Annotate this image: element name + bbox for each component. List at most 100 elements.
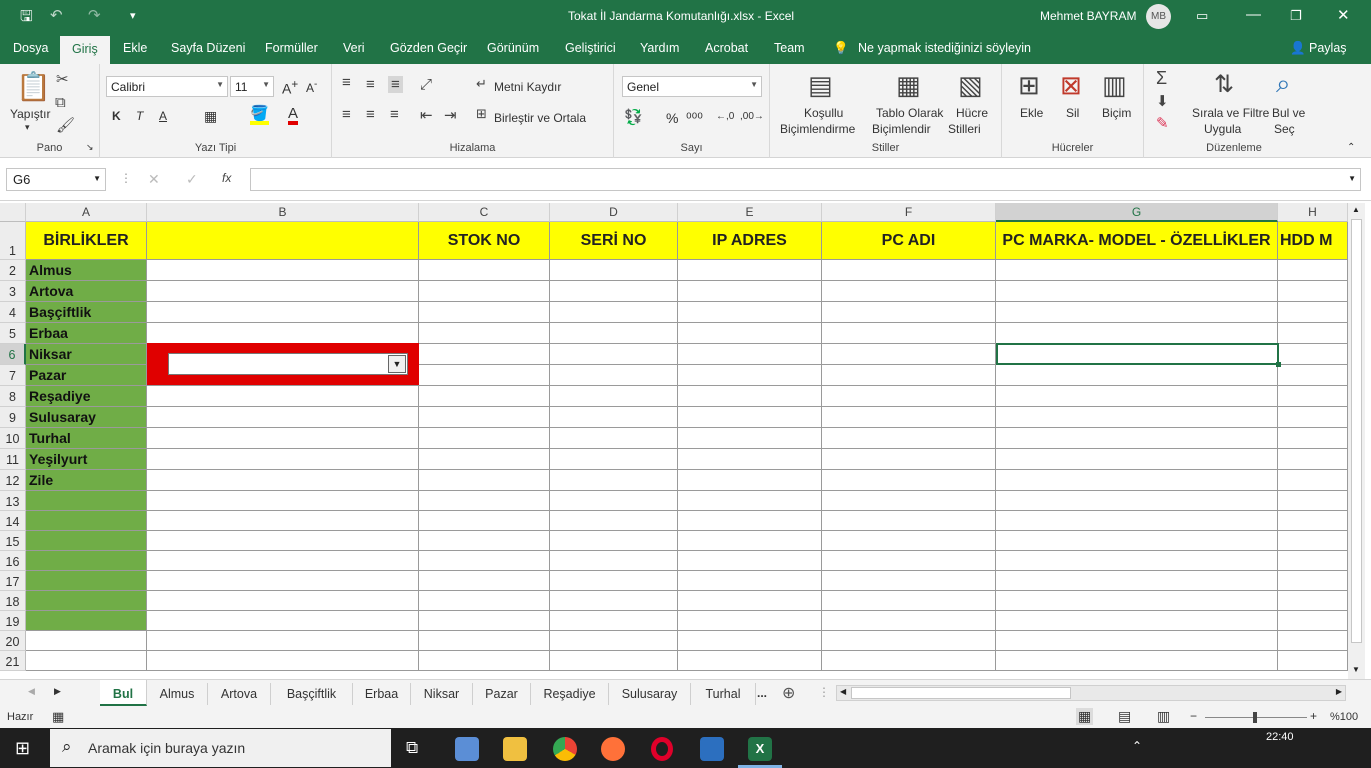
grid-cell[interactable] [26,651,147,671]
grid-cell[interactable] [822,491,996,511]
row-header[interactable]: 5 [0,323,26,344]
grid-cell[interactable] [147,651,419,671]
cut-icon[interactable]: ✂ [56,70,69,88]
font-color-icon[interactable]: A [288,106,299,125]
row-header[interactable]: 1 [0,222,26,260]
find-select-button-line2[interactable]: Seç [1274,122,1295,136]
format-cells-icon[interactable]: ▥ [1102,70,1127,101]
macro-record-icon[interactable]: ▦ [52,709,64,725]
redo-icon[interactable]: ↷ [88,6,101,24]
grid-cell[interactable] [1278,344,1348,365]
grid-cell[interactable] [550,551,678,571]
grid-cell[interactable] [550,302,678,323]
grid-cell[interactable] [1278,651,1348,671]
grid-cell[interactable] [678,571,822,591]
next-sheet-icon[interactable]: ▶ [54,686,61,697]
clear-icon[interactable]: ✎ [1156,114,1169,132]
grid-cell[interactable] [1278,551,1348,571]
grid-cell[interactable] [419,323,550,344]
grid-cell[interactable] [1278,491,1348,511]
grid-cell[interactable] [550,531,678,551]
conditional-formatting-button[interactable]: Koşullu [804,106,843,120]
grid-cell[interactable] [822,428,996,449]
grid-cell[interactable] [419,386,550,407]
grid-cell[interactable] [678,344,822,365]
grid-cell[interactable] [419,344,550,365]
restore-icon[interactable]: ❐ [1290,8,1302,24]
header-cell-g[interactable]: PC MARKA- MODEL - ÖZELLİKLER [996,222,1278,260]
grid-cell[interactable] [996,302,1278,323]
grid-cell[interactable] [26,631,147,651]
grid-cell[interactable] [996,651,1278,671]
grid-cell[interactable] [996,470,1278,491]
close-icon[interactable]: ✕ [1337,6,1350,24]
grid-cell[interactable] [1278,428,1348,449]
ribbon-display-icon[interactable]: ▭ [1196,8,1208,24]
row-header[interactable]: 14 [0,511,26,531]
row-header[interactable]: 9 [0,407,26,428]
grid-cell[interactable] [147,591,419,611]
find-select-button[interactable]: Bul ve [1272,106,1305,120]
grid-cell[interactable] [678,470,822,491]
row-header[interactable]: 19 [0,611,26,631]
row-header[interactable]: 20 [0,631,26,651]
header-cell-b[interactable] [147,222,419,260]
grid-cell[interactable] [822,591,996,611]
scroll-up-icon[interactable]: ▲ [1352,205,1360,214]
unit-cell[interactable] [26,491,147,511]
comma-style-icon[interactable]: ⁰⁰⁰ [686,110,703,127]
row-header[interactable]: 18 [0,591,26,611]
column-header-a[interactable]: A [26,203,147,222]
unit-cell[interactable]: Yeşilyurt [26,449,147,470]
orientation-icon[interactable]: ⤢ [420,76,432,93]
tab-team[interactable]: Team [774,41,805,55]
row-header[interactable]: 16 [0,551,26,571]
grid-cell[interactable] [678,511,822,531]
grid-cell[interactable] [678,365,822,386]
grid-cell[interactable] [419,631,550,651]
unit-cell[interactable] [26,611,147,631]
grid-cell[interactable] [419,571,550,591]
grid-cell[interactable] [822,511,996,531]
grid-cell[interactable] [1278,631,1348,651]
sheet-tab[interactable]: Reşadiye [531,683,609,705]
active-cell-g6[interactable] [996,343,1279,365]
paste-button[interactable]: Yapıştır [10,107,50,121]
copy-icon[interactable]: ⧉ [55,94,66,111]
row-header[interactable]: 3 [0,281,26,302]
show-hidden-icons[interactable]: ⌃ [1132,739,1142,753]
header-cell-f[interactable]: PC ADI [822,222,996,260]
sheet-tab[interactable]: Almus [147,683,208,705]
tab-dosya[interactable]: Dosya [13,41,48,55]
row-header[interactable]: 17 [0,571,26,591]
grid-cell[interactable] [678,449,822,470]
grid-cell[interactable] [550,511,678,531]
align-bottom-icon[interactable]: ≡ [388,76,403,93]
grid-cell[interactable] [419,449,550,470]
row-header[interactable]: 15 [0,531,26,551]
grow-font-icon[interactable]: A+ [282,78,298,97]
wrap-text-button[interactable]: Metni Kaydır [494,80,561,94]
grid-cell[interactable] [822,611,996,631]
tab-acrobat[interactable]: Acrobat [705,41,748,55]
grid-cell[interactable] [550,470,678,491]
zoom-out-icon[interactable]: − [1190,709,1197,723]
header-cell-a[interactable]: BİRLİKLER [26,222,147,260]
grid-cell[interactable] [550,449,678,470]
grid-cell[interactable] [822,260,996,281]
bold-button[interactable]: K [112,109,121,123]
file-explorer-icon[interactable] [503,737,527,761]
combo-box-control[interactable]: ▼ [168,353,408,375]
grid-cell[interactable] [996,260,1278,281]
align-middle-icon[interactable]: ≡ [366,76,375,93]
grid-cell[interactable] [419,302,550,323]
grid-cell[interactable] [550,386,678,407]
row-header[interactable]: 13 [0,491,26,511]
grid-cell[interactable] [996,386,1278,407]
unit-cell[interactable] [26,571,147,591]
unit-cell[interactable] [26,551,147,571]
prev-sheet-icon[interactable]: ◀ [28,686,35,697]
sheet-tab[interactable]: Erbaa [353,683,411,705]
sheet-tab[interactable]: Sulusaray [609,683,691,705]
normal-view-icon[interactable]: ▦ [1076,708,1094,725]
